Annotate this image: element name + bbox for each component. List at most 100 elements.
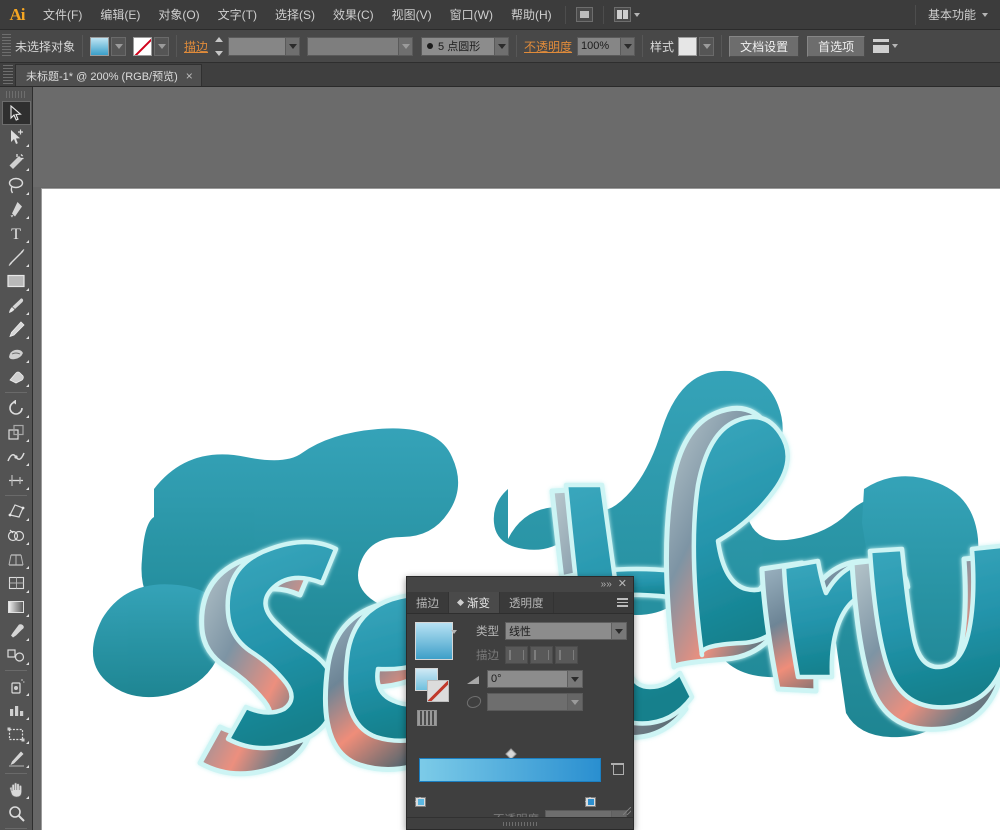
- collapse-icon[interactable]: »»: [601, 579, 612, 590]
- document-setup-button[interactable]: 文档设置: [729, 35, 800, 57]
- tools-panel-grip[interactable]: [6, 91, 26, 98]
- perspective-grid-tool[interactable]: [2, 547, 31, 571]
- workspace-switcher[interactable]: 基本功能: [914, 4, 1000, 25]
- brush-definition-field[interactable]: 5 点圆形: [421, 36, 510, 56]
- artboard-tool[interactable]: [2, 722, 31, 746]
- chevron-down-icon[interactable]: [620, 37, 635, 55]
- shape-builder-tool[interactable]: [2, 523, 31, 547]
- menu-help[interactable]: 帮助(H): [502, 0, 561, 30]
- chevron-down-icon[interactable]: [398, 37, 413, 55]
- eraser-tool[interactable]: [2, 365, 31, 389]
- bridge-button-group[interactable]: [570, 7, 599, 22]
- close-icon[interactable]: ×: [186, 70, 193, 82]
- eyedropper-tool[interactable]: [2, 619, 31, 643]
- stroke-weight-link[interactable]: 描边: [184, 38, 208, 55]
- control-bar-grip[interactable]: [2, 34, 11, 58]
- gradient-fill-stroke-toggle[interactable]: [415, 668, 457, 704]
- mesh-tool[interactable]: [2, 571, 31, 595]
- chevron-down-icon[interactable]: [494, 37, 509, 55]
- align-dropdown[interactable]: [873, 39, 899, 53]
- chevron-down-icon[interactable]: [451, 630, 457, 634]
- opacity-field[interactable]: 100%: [577, 36, 636, 56]
- menu-view[interactable]: 视图(V): [383, 0, 441, 30]
- preferences-button[interactable]: 首选项: [807, 35, 866, 57]
- fill-dropdown-button[interactable]: [111, 36, 127, 56]
- line-segment-tool[interactable]: [2, 245, 31, 269]
- gradient-tool[interactable]: [2, 595, 31, 619]
- chevron-down-icon[interactable]: [285, 37, 300, 55]
- scale-tool[interactable]: [2, 420, 31, 444]
- gradient-slider-bar[interactable]: [415, 758, 601, 807]
- gradient-preview-swatch[interactable]: [415, 622, 453, 660]
- blob-brush-tool[interactable]: [2, 341, 31, 365]
- stroke-control[interactable]: [133, 36, 170, 56]
- column-graph-tool[interactable]: [2, 698, 31, 722]
- magic-wand-tool[interactable]: [2, 149, 31, 173]
- style-dropdown-button[interactable]: [699, 36, 715, 56]
- pencil-tool[interactable]: [2, 317, 31, 341]
- chevron-down-icon[interactable]: [567, 671, 582, 687]
- symbol-sprayer-tool[interactable]: [2, 674, 31, 698]
- apply-gradient-along-stroke-icon[interactable]: [530, 646, 553, 664]
- chevron-down-icon[interactable]: [633, 12, 640, 17]
- menu-edit[interactable]: 编辑(E): [91, 0, 149, 30]
- arrange-documents-icon[interactable]: [613, 7, 631, 22]
- fill-control[interactable]: [90, 36, 127, 56]
- gradient-stroke-none-swatch[interactable]: [427, 680, 449, 702]
- menu-file[interactable]: 文件(F): [34, 0, 91, 30]
- gradient-angle-field[interactable]: 0°: [487, 670, 583, 688]
- graphic-style-swatch[interactable]: [678, 36, 698, 56]
- stroke-weight-stepper[interactable]: [213, 36, 224, 56]
- apply-gradient-across-stroke-icon[interactable]: [555, 646, 578, 664]
- gradient-ratio-field[interactable]: [487, 693, 583, 711]
- gradient-stop-end[interactable]: [585, 783, 596, 807]
- stroke-profile-field[interactable]: [307, 36, 414, 56]
- hand-tool[interactable]: [2, 777, 31, 801]
- menu-select[interactable]: 选择(S): [266, 0, 324, 30]
- reverse-gradient-icon[interactable]: [417, 710, 437, 726]
- menu-type[interactable]: 文字(T): [209, 0, 266, 30]
- paintbrush-tool[interactable]: [2, 293, 31, 317]
- fill-gradient-swatch[interactable]: [90, 36, 110, 56]
- chevron-down-icon[interactable]: [892, 44, 899, 48]
- selection-tool[interactable]: [1, 101, 31, 125]
- gradient-stop-start[interactable]: [415, 783, 426, 807]
- gradient-panel[interactable]: »» ✕ 描边 渐变 透明度 类型 线性 描边 0°: [406, 576, 634, 830]
- lasso-tool[interactable]: [2, 173, 31, 197]
- free-transform-tool[interactable]: [2, 499, 31, 523]
- tab-transparency[interactable]: 透明度: [500, 592, 554, 613]
- stroke-weight-field[interactable]: [228, 36, 301, 56]
- zoom-tool[interactable]: [2, 801, 31, 825]
- tab-stroke[interactable]: 描边: [407, 592, 449, 613]
- width-tool[interactable]: [2, 468, 31, 492]
- direct-selection-tool[interactable]: [2, 125, 31, 149]
- pen-tool[interactable]: [2, 197, 31, 221]
- tab-bar-grip[interactable]: [3, 65, 13, 85]
- stroke-none-swatch[interactable]: [133, 36, 153, 56]
- panel-menu-icon[interactable]: [615, 592, 633, 613]
- opacity-link[interactable]: 不透明度: [524, 38, 572, 55]
- gradient-slider-zone[interactable]: [415, 748, 624, 807]
- warp-tool[interactable]: [2, 444, 31, 468]
- blend-tool[interactable]: [2, 643, 31, 667]
- chevron-down-icon[interactable]: [982, 12, 988, 17]
- gradient-type-select[interactable]: 线性: [505, 622, 627, 640]
- document-tab[interactable]: 未标题-1* @ 200% (RGB/预览) ×: [15, 64, 202, 86]
- panel-resize-grip[interactable]: [623, 807, 631, 815]
- menu-object[interactable]: 对象(O): [149, 0, 208, 30]
- chevron-down-icon[interactable]: [567, 694, 582, 710]
- arrange-documents-group[interactable]: [608, 7, 646, 22]
- delete-stop-icon[interactable]: [611, 760, 624, 775]
- stroke-dropdown-button[interactable]: [154, 36, 170, 56]
- type-tool[interactable]: T: [2, 221, 31, 245]
- chevron-down-icon[interactable]: [611, 623, 626, 639]
- stroke-gradient-buttons[interactable]: [505, 646, 578, 664]
- menu-window[interactable]: 窗口(W): [441, 0, 502, 30]
- bridge-icon[interactable]: [575, 7, 593, 22]
- rectangle-tool[interactable]: [2, 269, 31, 293]
- panel-footer-grip[interactable]: [503, 821, 537, 826]
- close-icon[interactable]: ✕: [618, 579, 627, 590]
- tab-gradient[interactable]: 渐变: [449, 592, 500, 613]
- apply-gradient-within-stroke-icon[interactable]: [505, 646, 528, 664]
- rotate-tool[interactable]: [2, 396, 31, 420]
